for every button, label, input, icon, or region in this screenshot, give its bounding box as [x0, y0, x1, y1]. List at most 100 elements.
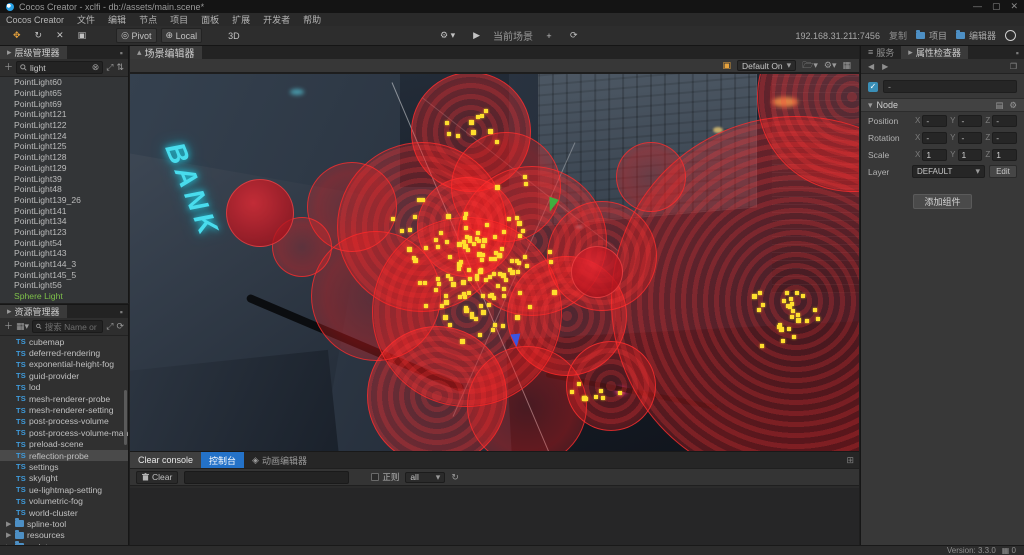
light-handle[interactable] [456, 134, 460, 138]
node-settings-icon[interactable]: ⚙ [1009, 100, 1017, 111]
light-handle[interactable] [408, 228, 412, 232]
light-handle[interactable] [488, 129, 493, 134]
add-component-button[interactable]: 添加组件 [913, 194, 971, 209]
hierarchy-node-row[interactable]: PointLight56 [0, 280, 128, 291]
light-handle[interactable] [549, 260, 553, 264]
asset-script-row[interactable]: TSpost-process-volume [0, 416, 128, 427]
light-handle[interactable] [413, 215, 417, 219]
light-handle[interactable] [792, 335, 796, 339]
menu-item-app[interactable]: Cocos Creator [6, 15, 64, 25]
light-handle[interactable] [482, 238, 487, 243]
light-handle[interactable] [789, 297, 793, 301]
light-handle[interactable] [795, 291, 799, 295]
asset-folder-row[interactable]: ▶resources [0, 530, 128, 541]
light-handle[interactable] [417, 198, 421, 202]
light-handle[interactable] [599, 389, 603, 393]
hierarchy-node-row[interactable]: PointLight143 [0, 248, 128, 259]
light-handle[interactable] [518, 291, 522, 295]
light-handle[interactable] [758, 291, 762, 295]
point-light-sphere[interactable] [616, 142, 686, 212]
light-handle[interactable] [424, 304, 428, 308]
light-handle[interactable] [501, 324, 505, 328]
light-handle[interactable] [468, 277, 472, 281]
light-handle[interactable] [484, 109, 488, 113]
light-handle[interactable] [463, 295, 467, 299]
light-handle[interactable] [787, 327, 791, 331]
hierarchy-menu-icon[interactable]: ▪ [115, 46, 128, 59]
asset-script-row[interactable]: TSdeferred-rendering [0, 347, 128, 358]
console-log-area[interactable] [130, 488, 859, 545]
light-handle[interactable] [502, 287, 506, 291]
light-handle[interactable] [504, 278, 508, 282]
history-back-icon[interactable]: ◀ [868, 62, 874, 71]
asset-script-row[interactable]: TSguid-provider [0, 370, 128, 381]
light-handle[interactable] [475, 277, 479, 281]
hierarchy-node-row[interactable]: PointLight39 [0, 173, 128, 184]
viewport-settings-icon[interactable]: ⚙▾ [824, 61, 837, 70]
light-handle[interactable] [471, 130, 476, 135]
light-handle[interactable] [524, 182, 528, 186]
light-handle[interactable] [779, 327, 784, 332]
light-handle[interactable] [468, 236, 472, 240]
light-handle[interactable] [594, 395, 598, 399]
light-handle[interactable] [498, 272, 502, 276]
light-handle[interactable] [785, 291, 789, 295]
light-handle[interactable] [523, 175, 527, 179]
light-handle[interactable] [434, 288, 438, 292]
light-handle[interactable] [493, 235, 497, 239]
light-handle[interactable] [497, 253, 502, 258]
clear-search-icon[interactable]: ⊗ [92, 63, 100, 72]
gizmo-mode-dropdown[interactable]: Default On▾ [737, 60, 796, 71]
message-count-icon[interactable]: ▦ 0 [1002, 546, 1016, 555]
scene-select-dropdown[interactable]: 当前场景 [493, 28, 533, 43]
asset-script-row[interactable]: TSskylight [0, 473, 128, 484]
asset-script-row[interactable]: TSsettings [0, 461, 128, 472]
scale-x-input[interactable]: 1 [922, 149, 947, 161]
hierarchy-node-row[interactable]: PointLight129 [0, 163, 128, 174]
light-handle[interactable] [786, 304, 790, 308]
light-handle[interactable] [760, 344, 764, 348]
light-handle[interactable] [479, 304, 483, 308]
light-handle[interactable] [518, 234, 522, 238]
asset-script-row[interactable]: TSvolumetric-fog [0, 495, 128, 506]
rect-tool-icon[interactable]: ▣ [73, 28, 92, 43]
light-handle[interactable] [460, 339, 465, 344]
node-active-checkbox[interactable]: ✓ [868, 82, 878, 92]
light-handle[interactable] [463, 216, 467, 220]
node-name-input[interactable]: - [883, 80, 1017, 93]
clear-console-tab[interactable]: Clear console [130, 452, 201, 468]
minimize-button[interactable]: — [973, 1, 982, 12]
hierarchy-node-row[interactable]: Sphere Light [0, 291, 128, 302]
rotate-tool-icon[interactable]: ↻ [30, 28, 48, 43]
layer-edit-button[interactable]: Edit [989, 165, 1017, 178]
position-y-input[interactable]: - [958, 115, 983, 127]
light-handle[interactable] [446, 214, 451, 219]
local-toggle-button[interactable]: ⊕ Local [161, 28, 203, 43]
light-handle[interactable] [791, 309, 795, 313]
light-handle[interactable] [467, 268, 471, 272]
asset-script-row[interactable]: TSworld-cluster [0, 507, 128, 518]
light-handle[interactable] [548, 250, 552, 254]
light-handle[interactable] [523, 255, 527, 259]
rotation-x-input[interactable]: - [922, 132, 947, 144]
light-handle[interactable] [517, 221, 522, 226]
light-handle[interactable] [476, 231, 480, 235]
expand-arrow-icon[interactable]: ▶ [6, 531, 12, 539]
menu-item-文件[interactable]: 文件 [77, 13, 95, 26]
light-handle[interactable] [796, 313, 800, 317]
assets-scrollbar[interactable] [124, 390, 127, 445]
light-handle[interactable] [796, 318, 801, 323]
hierarchy-node-row[interactable]: PointLight54 [0, 237, 128, 248]
log-level-select[interactable]: all▾ [405, 472, 445, 483]
menu-item-帮助[interactable]: 帮助 [303, 13, 321, 26]
light-handle[interactable] [510, 259, 514, 263]
scene-viewport[interactable]: BANK [130, 74, 859, 451]
node-section-header[interactable]: ▾ Node ▤ ⚙ [861, 98, 1024, 112]
light-handle[interactable] [618, 391, 622, 395]
light-handle[interactable] [525, 264, 529, 268]
light-handle[interactable] [517, 261, 521, 265]
light-handle[interactable] [570, 390, 574, 394]
hierarchy-refresh-icon[interactable]: ⇅ [116, 63, 124, 72]
node-help-icon[interactable]: ▤ [995, 100, 1003, 111]
log-filter-input[interactable] [184, 471, 349, 484]
